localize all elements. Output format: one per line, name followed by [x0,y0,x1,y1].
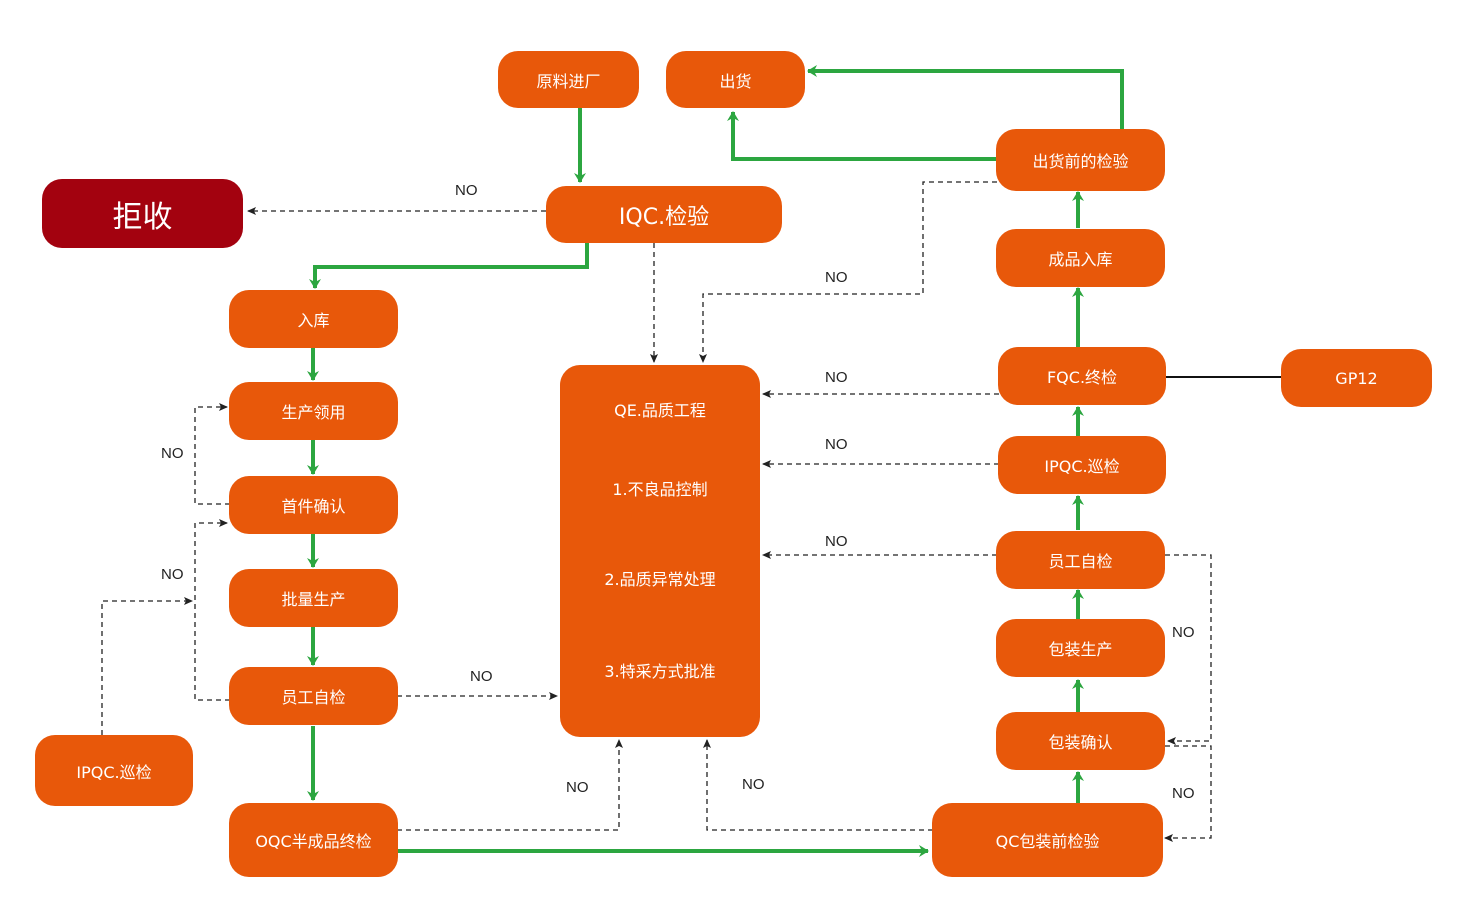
node-label: 首件确认 [281,497,346,516]
edge-label-no: NO [470,668,493,685]
qe-item-2: 2.品质异常处理 [604,570,716,589]
node-pre-ship-inspection[interactable]: 出货前的检验 [996,129,1165,191]
node-label: 员工自检 [281,688,346,707]
node-ipqc-left[interactable]: IPQC.巡检 [35,735,193,806]
edge-label-no: NO [825,533,848,550]
node-fqc[interactable]: FQC.终检 [998,347,1166,405]
edge-label-no: NO [825,269,848,286]
node-packing-confirm[interactable]: 包装确认 [996,712,1165,770]
node-label: 包装生产 [1048,640,1113,659]
node-label: IQC.检验 [618,204,710,230]
node-qe-quality-engineering[interactable]: QE.品质工程 1.不良品控制 2.品质异常处理 3.特采方式批准 [560,365,760,737]
edge-label-no: NO [455,182,478,199]
node-label: IPQC.巡检 [76,762,152,782]
flow-iqc-to-warehousing [309,243,589,289]
node-label: FQC.终检 [1046,368,1118,387]
node-ipqc-right[interactable]: IPQC.巡检 [998,436,1166,494]
node-label: IPQC.巡检 [1044,457,1120,476]
node-finished-warehousing[interactable]: 成品入库 [996,229,1165,287]
node-label: 出货前的检验 [1032,152,1129,171]
qe-title: QE.品质工程 [614,401,706,420]
node-first-article[interactable]: 首件确认 [229,476,398,534]
no-ipqc-left-to-loop [101,597,193,735]
no-selfcheck-right-to-packconfirm [1165,554,1212,745]
node-label: 成品入库 [1048,250,1113,269]
flow-preship-to-shipping-left [727,111,997,161]
node-self-check-left[interactable]: 员工自检 [229,667,398,725]
node-label: QC包装前检验 [995,832,1100,851]
node-label: 出货 [719,71,752,91]
node-oqc[interactable]: OQC半成品终检 [229,803,398,877]
node-label: 拒收 [112,199,173,235]
node-label: GP12 [1335,368,1378,388]
edge-label-no: NO [566,779,589,796]
node-label: 批量生产 [281,590,346,609]
edge-label-no: NO [1172,785,1195,802]
no-qc-to-qe [703,739,933,831]
no-selfcheck-left-to-firstarticle [194,519,230,701]
node-reject[interactable]: 拒收 [42,179,243,248]
node-production-requisition[interactable]: 生产领用 [229,382,398,440]
edge-label-no: NO [825,369,848,386]
edge-label-no: NO [742,776,765,793]
node-qc-pre-packing[interactable]: QC包装前检验 [932,803,1163,877]
edge-label-no: NO [161,566,184,583]
node-label: 入库 [297,311,330,330]
no-firstarticle-to-requisition [194,403,230,505]
node-shipping[interactable]: 出货 [666,51,805,108]
node-gp12[interactable]: GP12 [1281,349,1432,407]
node-warehousing[interactable]: 入库 [229,290,398,348]
edge-label-no: NO [161,445,184,462]
node-label: 生产领用 [281,403,346,422]
edge-label-no: NO [825,436,848,453]
node-self-check-right[interactable]: 员工自检 [996,531,1165,589]
node-mass-production[interactable]: 批量生产 [229,569,398,627]
flow-preship-to-shipping-top [807,65,1124,129]
node-packing-production[interactable]: 包装生产 [996,619,1165,677]
edge-label-no: NO [1172,624,1195,641]
qe-item-1: 1.不良品控制 [612,480,708,499]
node-iqc[interactable]: IQC.检验 [546,186,782,243]
node-label: OQC半成品终检 [255,832,372,851]
qe-item-3: 3.特采方式批准 [604,662,716,681]
node-label: 员工自检 [1048,552,1113,571]
node-raw-material[interactable]: 原料进厂 [498,51,639,108]
node-label: 包装确认 [1048,733,1113,752]
node-label: 原料进厂 [536,71,601,91]
